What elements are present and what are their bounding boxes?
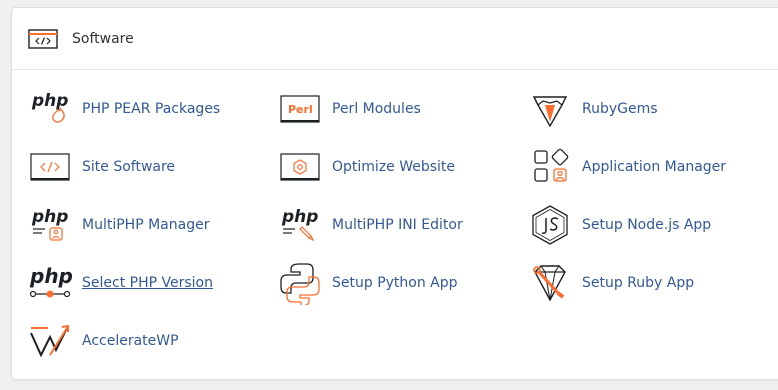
item-label[interactable]: Perl Modules <box>332 101 421 117</box>
item-label[interactable]: RubyGems <box>582 101 658 117</box>
panel-header: Software <box>12 8 778 70</box>
application-manager-icon <box>528 145 572 189</box>
select-php-version-icon: php <box>28 261 72 305</box>
multiphp-ini-editor-link[interactable]: php MultiPHP INI Editor <box>278 202 463 248</box>
svg-text:Perl: Perl <box>288 103 313 116</box>
optimize-website-link[interactable]: Optimize Website <box>278 144 455 190</box>
svg-text:php: php <box>281 207 318 227</box>
php-pear-icon: php <box>28 87 72 131</box>
item-label[interactable]: AccelerateWP <box>82 333 179 349</box>
multiphp-ini-editor-icon: php <box>278 203 322 247</box>
software-panel: Software php PHP PEAR Packages Perl Perl… <box>11 7 778 380</box>
code-window-icon <box>28 145 72 189</box>
perl-modules-link[interactable]: Perl Perl Modules <box>278 86 421 132</box>
nodejs-icon <box>528 203 572 247</box>
perl-icon: Perl <box>278 87 322 131</box>
multiphp-manager-link[interactable]: php MultiPHP Manager <box>28 202 209 248</box>
setup-nodejs-app-link[interactable]: Setup Node.js App <box>528 202 711 248</box>
item-label[interactable]: Application Manager <box>582 159 726 175</box>
rubygems-link[interactable]: RubyGems <box>528 86 658 132</box>
item-label[interactable]: Select PHP Version <box>82 275 213 291</box>
item-label[interactable]: MultiPHP INI Editor <box>332 217 463 233</box>
setup-ruby-app-link[interactable]: Setup Ruby App <box>528 260 694 306</box>
acceleratewp-icon <box>28 319 72 363</box>
site-software-link[interactable]: Site Software <box>28 144 175 190</box>
ruby-app-icon <box>528 261 572 305</box>
svg-text:php: php <box>29 264 72 288</box>
item-label[interactable]: Setup Node.js App <box>582 217 711 233</box>
item-label[interactable]: Setup Ruby App <box>582 275 694 291</box>
php-pear-packages-link[interactable]: php PHP PEAR Packages <box>28 86 220 132</box>
code-window-icon <box>28 28 58 50</box>
item-label[interactable]: MultiPHP Manager <box>82 217 209 233</box>
python-icon <box>278 261 322 305</box>
item-label[interactable]: Setup Python App <box>332 275 458 291</box>
section-title: Software <box>72 30 134 47</box>
item-label[interactable]: Site Software <box>82 159 175 175</box>
optimize-website-icon <box>278 145 322 189</box>
svg-text:php: php <box>31 207 68 227</box>
multiphp-manager-icon: php <box>28 203 72 247</box>
setup-python-app-link[interactable]: Setup Python App <box>278 260 458 306</box>
select-php-version-link[interactable]: php Select PHP Version <box>28 260 213 306</box>
rubygems-icon <box>528 87 572 131</box>
item-label[interactable]: PHP PEAR Packages <box>82 101 220 117</box>
acceleratewp-link[interactable]: AccelerateWP <box>28 318 179 364</box>
item-label[interactable]: Optimize Website <box>332 159 455 175</box>
application-manager-link[interactable]: Application Manager <box>528 144 726 190</box>
svg-text:php: php <box>31 91 68 111</box>
